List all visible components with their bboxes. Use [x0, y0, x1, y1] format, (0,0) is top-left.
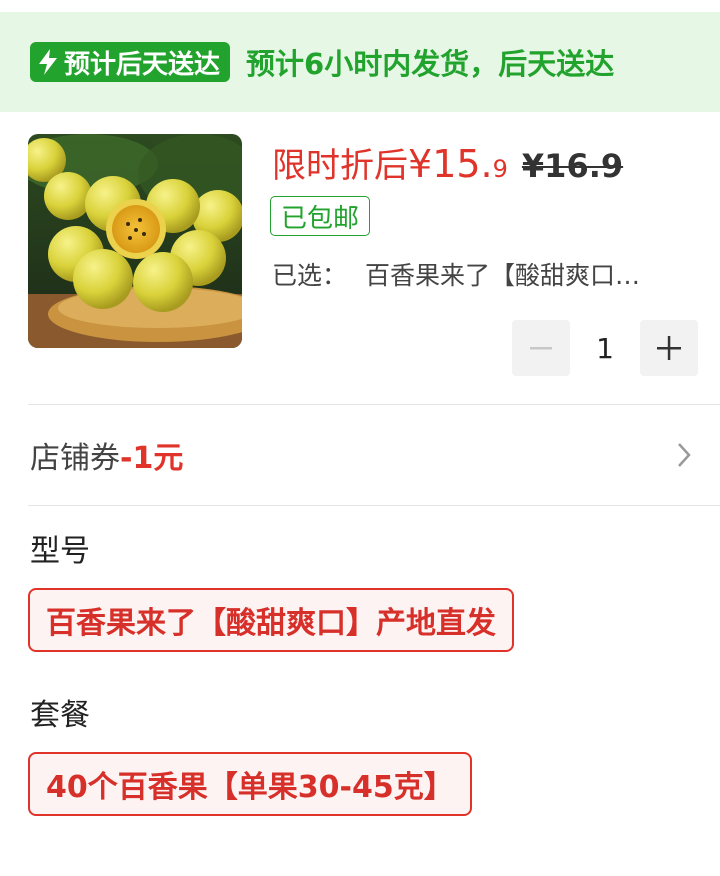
- price-label: 限时折后: [272, 146, 408, 186]
- increase-button[interactable]: [640, 320, 698, 376]
- shop-coupon-row[interactable]: 店铺券 -1元: [0, 405, 720, 505]
- product-summary: 限时折后 ¥ 15. 9 ¥16.9 已包邮 已选： 百香果来了【酸甜爽口… 1: [0, 112, 720, 404]
- package-option-chip[interactable]: 40个百香果【单果30-45克】: [28, 752, 472, 816]
- minus-icon: [530, 347, 552, 350]
- delivery-tag-label: 预计后天送达: [64, 49, 221, 80]
- price-integer: 15.: [432, 142, 493, 186]
- chevron-right-icon: [678, 443, 691, 467]
- selected-variant[interactable]: 已选： 百香果来了【酸甜爽口…: [272, 256, 640, 292]
- delivery-message: 预计6小时内发货，后天送达: [246, 47, 615, 81]
- free-shipping-badge: 已包邮: [270, 196, 371, 236]
- price-decimal: 9: [492, 155, 508, 183]
- coupon-label: 店铺券: [30, 441, 120, 476]
- passion-fruit-illustration: [28, 134, 242, 348]
- selected-value: 百香果来了【酸甜爽口…: [365, 261, 641, 290]
- delivery-tag: 预计后天送达: [30, 42, 231, 82]
- model-option-chip[interactable]: 百香果来了【酸甜爽口】产地直发: [28, 588, 514, 652]
- lightning-icon: [39, 49, 57, 75]
- original-price: ¥16.9: [521, 147, 624, 185]
- top-spacer: [0, 0, 720, 12]
- product-image[interactable]: [28, 134, 242, 348]
- decrease-button[interactable]: [512, 320, 570, 376]
- divider: [28, 505, 720, 506]
- coupon-value: -1元: [120, 441, 184, 476]
- price-line: 限时折后 ¥ 15. 9 ¥16.9: [272, 138, 623, 198]
- selected-label: 已选：: [272, 261, 348, 290]
- quantity-value[interactable]: 1: [570, 332, 640, 365]
- package-title: 套餐: [30, 698, 90, 733]
- delivery-banner: 预计后天送达 预计6小时内发货，后天送达: [0, 12, 720, 112]
- plus-icon: [657, 336, 681, 360]
- model-title: 型号: [30, 534, 90, 569]
- price-currency: ¥: [408, 142, 433, 186]
- quantity-stepper: 1: [512, 320, 698, 376]
